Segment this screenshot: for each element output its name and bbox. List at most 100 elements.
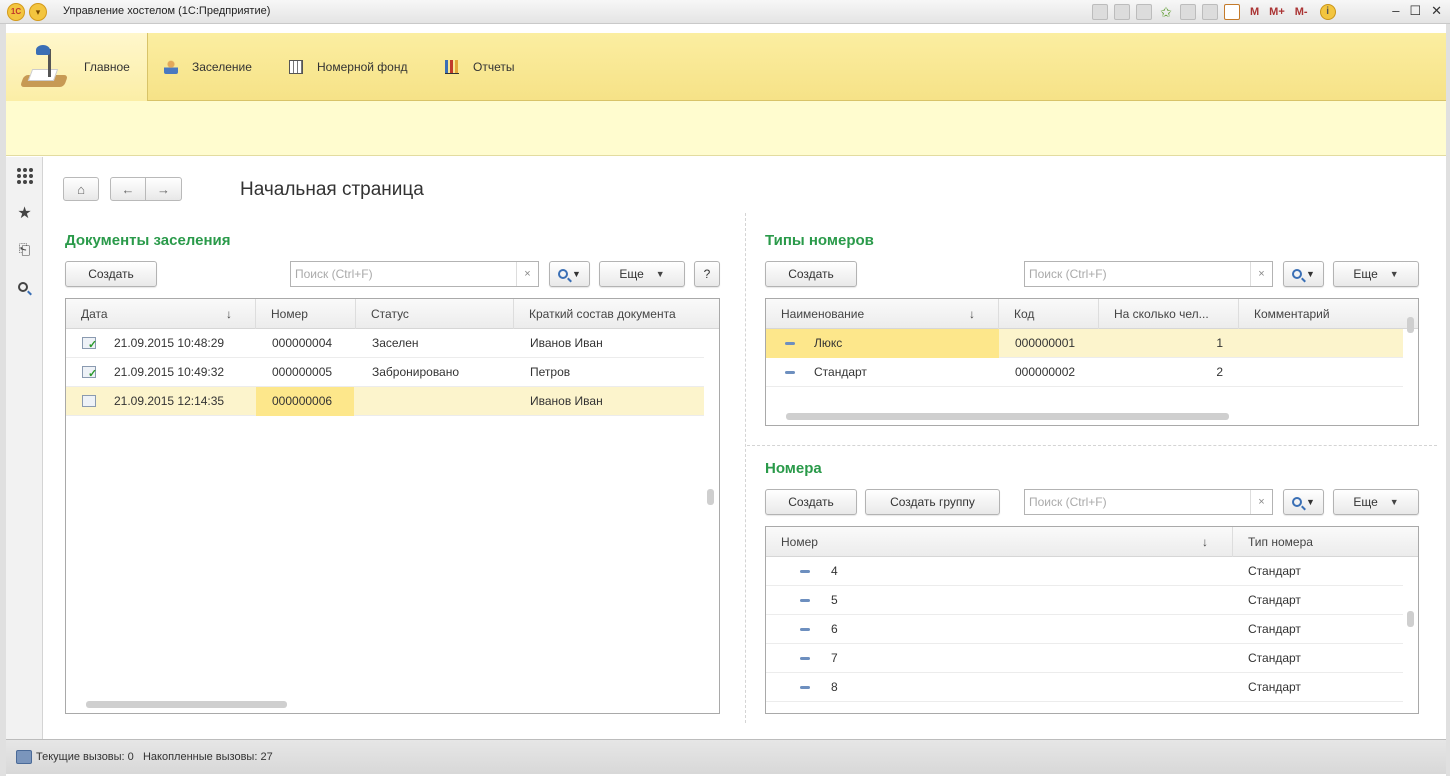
docs-table-header: Дата ↓ Номер Статус Краткий состав докум… bbox=[66, 299, 719, 329]
home-button[interactable]: ⌂ bbox=[63, 177, 99, 201]
print-icon[interactable] bbox=[1114, 4, 1130, 20]
section-room-stock-label: Номерной фонд bbox=[317, 60, 408, 74]
arrow-left-icon: ← bbox=[121, 181, 135, 197]
room-type: Стандарт bbox=[1248, 651, 1301, 665]
room-types-create-button[interactable]: Создать bbox=[765, 261, 857, 287]
rooms-col-number[interactable]: Номер bbox=[766, 527, 1233, 557]
doc-date: 21.09.2015 10:48:29 bbox=[114, 336, 225, 350]
table-row[interactable]: 5 Стандарт bbox=[766, 586, 1403, 615]
table-row[interactable]: 4 Стандарт bbox=[766, 557, 1403, 586]
catalog-item-icon bbox=[800, 570, 810, 573]
docs-more-button[interactable]: Еще ▼ bbox=[599, 261, 685, 287]
doc-summary: Петров bbox=[530, 365, 571, 379]
docs-search-placeholder: Поиск (Ctrl+F) bbox=[295, 267, 373, 281]
section-reports[interactable]: Отчеты bbox=[445, 33, 514, 101]
close-button[interactable]: ✕ bbox=[1431, 3, 1442, 19]
posted-document-icon: ✓ bbox=[82, 366, 97, 380]
app-logo-icon[interactable]: 1С bbox=[7, 3, 25, 21]
window-frame-right bbox=[1446, 24, 1450, 776]
caret-down-icon: ▼ bbox=[1389, 269, 1399, 279]
docs-vscrollbar[interactable] bbox=[707, 489, 714, 505]
clear-icon[interactable]: × bbox=[1250, 490, 1272, 514]
room-number: 6 bbox=[831, 622, 838, 636]
section-checkin-label: Заселение bbox=[192, 60, 252, 74]
rooms-more-button[interactable]: Еще ▼ bbox=[1333, 489, 1419, 515]
doc-summary: Иванов Иван bbox=[530, 336, 603, 350]
room-types-vscrollbar[interactable] bbox=[1407, 317, 1414, 333]
docs-col-number[interactable]: Номер bbox=[256, 299, 356, 329]
active-cell bbox=[766, 329, 999, 358]
table-row[interactable]: ✓ 21.09.2015 10:48:29 000000004 Заселен Иван… bbox=[66, 329, 704, 358]
preview-icon[interactable] bbox=[1136, 4, 1152, 20]
all-functions-button[interactable] bbox=[6, 157, 43, 194]
docs-search-input[interactable]: Поиск (Ctrl+F) × bbox=[290, 261, 539, 287]
save-icon[interactable] bbox=[1092, 4, 1108, 20]
section-checkin[interactable]: Заселение bbox=[164, 33, 252, 101]
table-row[interactable]: ✓ 21.09.2015 10:49:32 000000005 Забронирова… bbox=[66, 358, 704, 387]
calculator-icon[interactable] bbox=[1202, 4, 1218, 20]
window-titlebar: 1С ▾ Управление хостелом (1С:Предприятие… bbox=[0, 0, 1450, 24]
history-button[interactable]: ⎗ bbox=[6, 231, 43, 268]
caret-down-icon: ▼ bbox=[1389, 497, 1399, 507]
memory-mplus-button[interactable]: M+ bbox=[1269, 6, 1285, 18]
docs-help-button[interactable]: ? bbox=[694, 261, 720, 287]
status-bar: Текущие вызовы: 0 Накопленные вызовы: 27 bbox=[6, 739, 1446, 774]
table-row[interactable]: Люкс 000000001 1 bbox=[766, 329, 1403, 358]
room-types-col-capacity[interactable]: На сколько чел... bbox=[1099, 299, 1239, 329]
section-main[interactable]: Главное bbox=[6, 33, 148, 101]
doc-status: Заселен bbox=[372, 336, 419, 350]
room-types-search-input[interactable]: Поиск (Ctrl+F) × bbox=[1024, 261, 1273, 287]
rooms-more-label: Еще bbox=[1353, 495, 1378, 509]
room-types-col-code[interactable]: Код bbox=[999, 299, 1099, 329]
favorites-star-icon[interactable]: ✩ bbox=[1158, 4, 1174, 20]
table-row[interactable]: 6 Стандарт bbox=[766, 615, 1403, 644]
section-room-stock[interactable]: Номерной фонд bbox=[289, 33, 407, 101]
bookmark-icon[interactable] bbox=[1180, 4, 1196, 20]
room-types-more-button[interactable]: Еще ▼ bbox=[1333, 261, 1419, 287]
rooms-search-button[interactable]: ▼ bbox=[1283, 489, 1324, 515]
rooms-vscrollbar[interactable] bbox=[1407, 611, 1414, 627]
room-number: 4 bbox=[831, 564, 838, 578]
doc-number: 000000004 bbox=[272, 336, 333, 350]
docs-create-button[interactable]: Создать bbox=[65, 261, 157, 287]
rooms-col-type[interactable]: Тип номера bbox=[1233, 527, 1403, 557]
table-row[interactable]: Стандарт 000000002 2 bbox=[766, 358, 1403, 387]
table-row[interactable]: 7 Стандарт bbox=[766, 644, 1403, 673]
room-types-col-comment[interactable]: Комментарий bbox=[1239, 299, 1403, 329]
doc-date: 21.09.2015 12:14:35 bbox=[114, 394, 225, 408]
forward-button[interactable]: → bbox=[145, 177, 182, 201]
memory-mminus-button[interactable]: M- bbox=[1295, 6, 1308, 18]
memory-m-button[interactable]: M bbox=[1250, 6, 1259, 18]
table-row[interactable]: 21.09.2015 12:14:35 000000006 Иванов Иван bbox=[66, 387, 704, 416]
calendar-icon[interactable] bbox=[1224, 4, 1240, 20]
room-types-search-button[interactable]: ▼ bbox=[1283, 261, 1324, 287]
clear-icon[interactable]: × bbox=[1250, 262, 1272, 286]
info-icon[interactable]: i bbox=[1319, 4, 1336, 20]
maximize-button[interactable]: ☐ bbox=[1409, 3, 1421, 19]
docs-col-summary[interactable]: Краткий состав документа bbox=[514, 299, 704, 329]
docs-col-status[interactable]: Статус bbox=[356, 299, 514, 329]
rooms-table: Номер ↓ Тип номера 4 Стандарт 5 Стандарт 6 Ст… bbox=[765, 526, 1419, 714]
docs-search-button[interactable]: ▼ bbox=[549, 261, 590, 287]
room-types-hscrollbar[interactable] bbox=[786, 413, 1229, 420]
main-menu-button[interactable]: ▾ bbox=[29, 3, 47, 21]
room-types-col-name[interactable]: Наименование bbox=[766, 299, 999, 329]
back-button[interactable]: ← bbox=[110, 177, 146, 201]
table-row[interactable]: 8 Стандарт bbox=[766, 673, 1403, 702]
catalog-item-icon bbox=[785, 342, 795, 345]
docs-hscrollbar[interactable] bbox=[86, 701, 287, 708]
clear-icon[interactable]: × bbox=[516, 262, 538, 286]
room-type: Стандарт bbox=[1248, 593, 1301, 607]
global-search-button[interactable] bbox=[6, 268, 43, 305]
rooms-search-input[interactable]: Поиск (Ctrl+F) × bbox=[1024, 489, 1273, 515]
document-icon bbox=[82, 395, 96, 407]
favorites-button[interactable]: ★ bbox=[6, 194, 43, 231]
doc-number: 000000005 bbox=[272, 365, 333, 379]
rooms-create-button[interactable]: Создать bbox=[765, 489, 857, 515]
rooms-create-group-button[interactable]: Создать группу bbox=[865, 489, 1000, 515]
room-type: Стандарт bbox=[1248, 680, 1301, 694]
search-icon bbox=[558, 269, 569, 279]
minimize-button[interactable]: ‒ bbox=[1392, 3, 1399, 19]
doc-date: 21.09.2015 10:49:32 bbox=[114, 365, 225, 379]
room-type-capacity: 1 bbox=[1216, 336, 1223, 350]
